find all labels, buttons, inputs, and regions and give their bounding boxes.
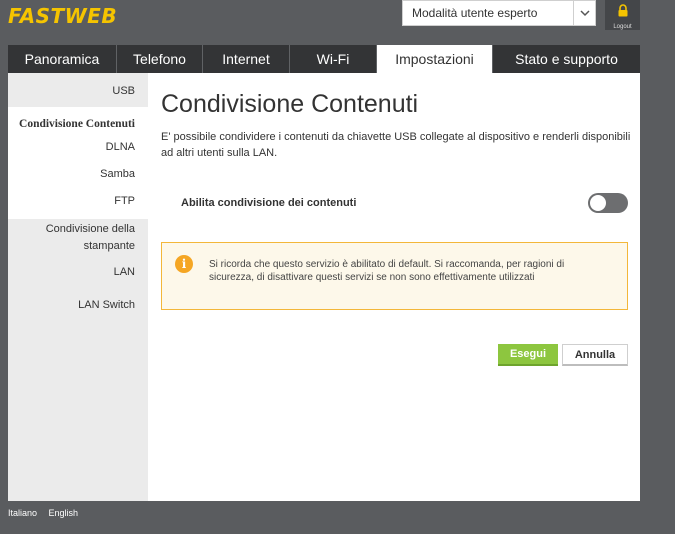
page: FASTWEB Modalità utente esperto Logout P… [0, 0, 675, 534]
sidebar-item-condivisione-stampante-line2[interactable]: stampante [84, 240, 135, 252]
page-description: E' possibile condividere i contenuti da … [161, 131, 631, 159]
logout-label: Logout [613, 24, 632, 30]
sidebar-item-condivisione-contenuti[interactable]: Condivisione Contenuti [19, 118, 135, 130]
language-link-english[interactable]: English [49, 508, 79, 518]
cancel-button[interactable]: Annulla [562, 344, 628, 366]
chevron-down-icon[interactable] [573, 1, 595, 25]
tab-wifi[interactable]: Wi-Fi [290, 45, 377, 73]
sidebar-item-samba[interactable]: Samba [100, 168, 135, 180]
logout-button[interactable]: Logout [605, 0, 640, 30]
tab-panoramica[interactable]: Panoramica [8, 45, 117, 73]
main-nav: Panoramica Telefono Internet Wi-Fi Impos… [8, 45, 640, 73]
sidebar-item-dlna[interactable]: DLNA [106, 141, 135, 153]
sidebar-item-condivisione-stampante[interactable]: Condivisione della [46, 223, 135, 235]
toggle-label: Abilita condivisione dei contenuti [181, 197, 357, 209]
fastweb-logo[interactable]: FASTWEB [8, 4, 117, 28]
lock-icon [617, 4, 629, 22]
sidebar: USB Condivisione Contenuti DLNA Samba FT… [8, 73, 148, 501]
tab-impostazioni[interactable]: Impostazioni [377, 45, 493, 73]
run-button[interactable]: Esegui [498, 344, 558, 366]
mode-select[interactable]: Modalità utente esperto [402, 0, 596, 26]
sidebar-item-ftp[interactable]: FTP [114, 195, 135, 207]
sidebar-section-bg [8, 303, 148, 501]
toggle-knob [590, 195, 606, 211]
sidebar-item-lan[interactable]: LAN [114, 266, 135, 278]
sidebar-item-lan-switch[interactable]: LAN Switch [78, 299, 135, 311]
tab-stato-supporto[interactable]: Stato e supporto [493, 45, 640, 73]
main-content: Condivisione Contenuti E' possibile cond… [148, 73, 640, 501]
mode-select-value: Modalità utente esperto [412, 6, 538, 20]
page-title: Condivisione Contenuti [161, 90, 419, 118]
info-icon: i [175, 255, 193, 273]
tab-internet[interactable]: Internet [203, 45, 290, 73]
content-sharing-toggle[interactable] [588, 193, 628, 213]
language-switcher: Italiano English [8, 508, 87, 518]
warning-alert: i Si ricorda che questo servizio è abili… [161, 242, 628, 310]
alert-text: Si ricorda che questo servizio è abilita… [209, 259, 565, 283]
language-link-italiano[interactable]: Italiano [8, 508, 37, 518]
tab-telefono[interactable]: Telefono [117, 45, 203, 73]
sidebar-item-usb[interactable]: USB [112, 85, 135, 97]
